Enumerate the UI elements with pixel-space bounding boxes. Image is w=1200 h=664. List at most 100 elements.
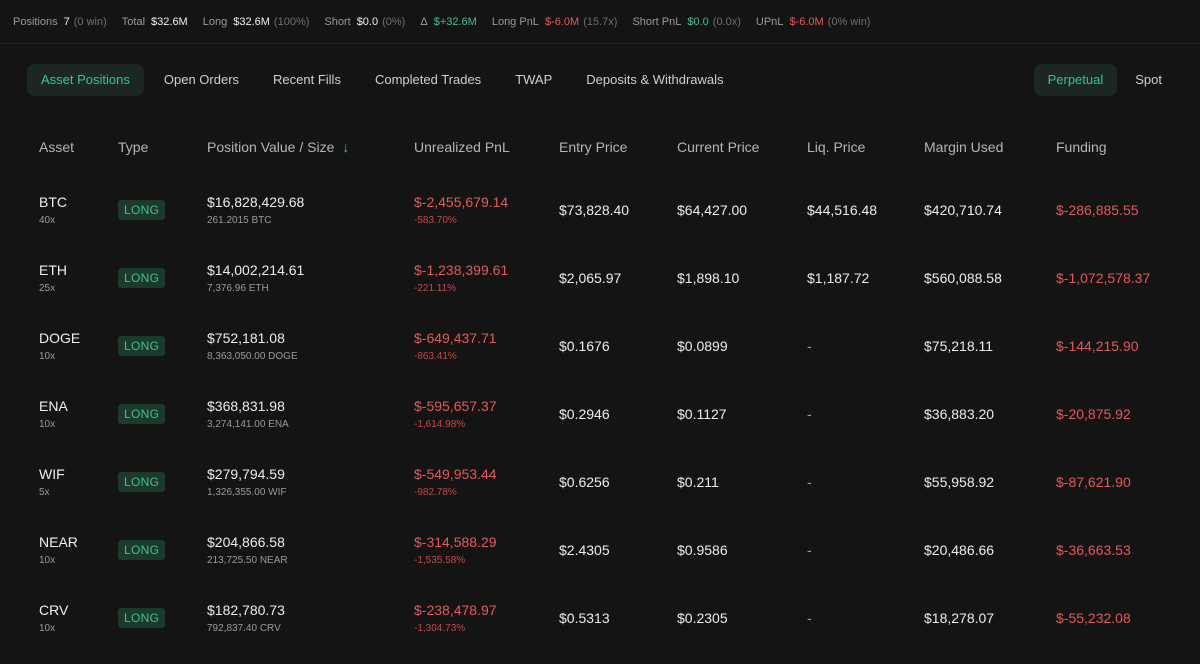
tab-open-orders[interactable]: Open Orders	[150, 64, 253, 96]
cell-margin-used: $55,958.92	[924, 474, 995, 490]
stat-total: Total $32.6M	[122, 16, 188, 28]
position-size: 8,363,050.00 DOGE	[207, 351, 298, 362]
header-liq-price[interactable]: Liq. Price	[795, 118, 912, 176]
stat-note: (0%)	[382, 15, 406, 28]
tab-twap[interactable]: TWAP	[501, 64, 566, 96]
header-label: Margin Used	[924, 139, 1004, 155]
table-row[interactable]: WIF 5x LONG $279,794.59 1,326,355.00 WIF $-54…	[27, 448, 1177, 516]
unrealized-pnl: $-595,657.37	[414, 398, 497, 414]
stat-long: Long $32.6M (100%)	[203, 16, 310, 28]
cell-asset: ENA 10x	[27, 380, 106, 448]
header-unrealized-pnl[interactable]: Unrealized PnL	[402, 118, 547, 176]
cell-position-value: $182,780.73 792,837.40 CRV	[195, 584, 402, 652]
unrealized-pnl: $-1,238,399.61	[414, 262, 509, 278]
cell-margin-used: $18,278.07	[924, 610, 995, 626]
cell-entry-price: $2.4305	[559, 542, 610, 558]
sort-desc-icon: ↓	[342, 139, 350, 155]
stat-value: $32.6M	[151, 15, 188, 28]
cell-liq-price: -	[807, 474, 812, 490]
cell-unrealized-pnl: $-1,238,399.61 -221.11%	[402, 244, 547, 312]
stat-value: $+32.6M	[433, 15, 477, 28]
table-row[interactable]: NEAR 10x LONG $204,866.58 213,725.50 NEAR $-3…	[27, 516, 1177, 584]
asset-leverage: 10x	[39, 623, 56, 634]
cell-type: LONG	[106, 176, 195, 244]
tab-perpetual[interactable]: Perpetual	[1033, 64, 1118, 96]
stat-label: Long PnL	[491, 15, 539, 28]
stat-value: $-6.0M	[544, 15, 580, 28]
cell-unrealized-pnl: $-595,657.37 -1,614.98%	[402, 380, 547, 448]
cell-position-value: $279,794.59 1,326,355.00 WIF	[195, 448, 402, 516]
cell-unrealized-pnl: $-314,588.29 -1,535.58%	[402, 516, 547, 584]
unrealized-pnl-pct: -1,535.58%	[414, 555, 466, 566]
position-value: $204,866.58	[207, 534, 285, 550]
cell-asset: NEAR 10x	[27, 516, 106, 584]
asset-name: WIF	[39, 466, 65, 482]
unrealized-pnl: $-2,455,679.14	[414, 194, 509, 210]
position-value: $14,002,214.61	[207, 262, 305, 278]
cell-unrealized-pnl: $-238,478.97 -1,304.73%	[402, 584, 547, 652]
position-size: 213,725.50 NEAR	[207, 555, 288, 566]
tab-asset-positions[interactable]: Asset Positions	[27, 64, 144, 96]
tab-recent-fills[interactable]: Recent Fills	[259, 64, 355, 96]
stat-note: (0 win)	[73, 15, 107, 28]
cell-entry-price: $0.1676	[559, 338, 610, 354]
position-value: $752,181.08	[207, 330, 285, 346]
cell-type: LONG	[106, 380, 195, 448]
cell-entry-price: $0.2946	[559, 406, 610, 422]
position-type-badge: LONG	[118, 268, 166, 288]
header-current-price[interactable]: Current Price	[665, 118, 795, 176]
header-position-value[interactable]: Position Value / Size ↓	[195, 118, 402, 176]
tab-spot[interactable]: Spot	[1121, 64, 1176, 96]
position-value: $16,828,429.68	[207, 194, 305, 210]
position-type-badge: LONG	[118, 540, 166, 560]
header-type[interactable]: Type	[106, 118, 195, 176]
cell-liq-price: -	[807, 338, 812, 354]
asset-name: CRV	[39, 602, 69, 618]
stat-delta: Δ $+32.6M	[420, 16, 476, 28]
position-size: 261.2015 BTC	[207, 215, 272, 226]
header-funding[interactable]: Funding	[1044, 118, 1177, 176]
unrealized-pnl-pct: -982.78%	[414, 487, 457, 498]
stat-note: (0.0x)	[712, 15, 741, 28]
tab-completed-trades[interactable]: Completed Trades	[361, 64, 495, 96]
cell-liq-price: $1,187.72	[807, 270, 870, 286]
table-row[interactable]: CRV 10x LONG $182,780.73 792,837.40 CRV $-238…	[27, 584, 1177, 652]
position-size: 7,376.96 ETH	[207, 283, 269, 294]
stat-value: 7	[63, 15, 70, 28]
table-row[interactable]: ENA 10x LONG $368,831.98 3,274,141.00 ENA $-5…	[27, 380, 1177, 448]
unrealized-pnl-pct: -1,304.73%	[414, 623, 466, 634]
stat-label: Short PnL	[632, 15, 682, 28]
cell-funding: $-87,621.90	[1056, 474, 1131, 490]
cell-current-price: $64,427.00	[677, 202, 748, 218]
stat-note: (0% win)	[827, 15, 871, 28]
table-row[interactable]: ETH 25x LONG $14,002,214.61 7,376.96 ETH $-1,…	[27, 244, 1177, 312]
asset-leverage: 10x	[39, 351, 56, 362]
header-entry-price[interactable]: Entry Price	[547, 118, 665, 176]
stat-upnl: UPnL $-6.0M (0% win)	[756, 16, 871, 28]
cell-funding: $-36,663.53	[1056, 542, 1131, 558]
table-row[interactable]: BTC 40x LONG $16,828,429.68 261.2015 BTC $-2,…	[27, 176, 1177, 244]
cell-current-price: $0.0899	[677, 338, 728, 354]
cell-funding: $-144,215.90	[1056, 338, 1139, 354]
header-label: Current Price	[677, 139, 760, 155]
cell-position-value: $16,828,429.68 261.2015 BTC	[195, 176, 402, 244]
tab-deposits-withdrawals[interactable]: Deposits & Withdrawals	[572, 64, 737, 96]
header-asset[interactable]: Asset	[27, 118, 106, 176]
cell-asset: WIF 5x	[27, 448, 106, 516]
cell-entry-price: $0.5313	[559, 610, 610, 626]
stat-value: $0.0	[687, 15, 709, 28]
header-label: Unrealized PnL	[414, 139, 510, 155]
header-margin-used[interactable]: Margin Used	[912, 118, 1044, 176]
position-type-badge: LONG	[118, 472, 166, 492]
asset-name: ETH	[39, 262, 67, 278]
stat-note: (15.7x)	[583, 15, 618, 28]
table-row[interactable]: DOGE 10x LONG $752,181.08 8,363,050.00 DOGE $…	[27, 312, 1177, 380]
unrealized-pnl-pct: -221.11%	[414, 283, 457, 294]
cell-entry-price: $73,828.40	[559, 202, 630, 218]
cell-asset: ETH 25x	[27, 244, 106, 312]
summary-bar: Positions 7 (0 win) Total $32.6M Long $3…	[0, 0, 1200, 44]
stat-short-pnl: Short PnL $0.0 (0.0x)	[632, 16, 740, 28]
unrealized-pnl: $-238,478.97	[414, 602, 497, 618]
unrealized-pnl-pct: -583.70%	[414, 215, 457, 226]
position-type-badge: LONG	[118, 404, 166, 424]
